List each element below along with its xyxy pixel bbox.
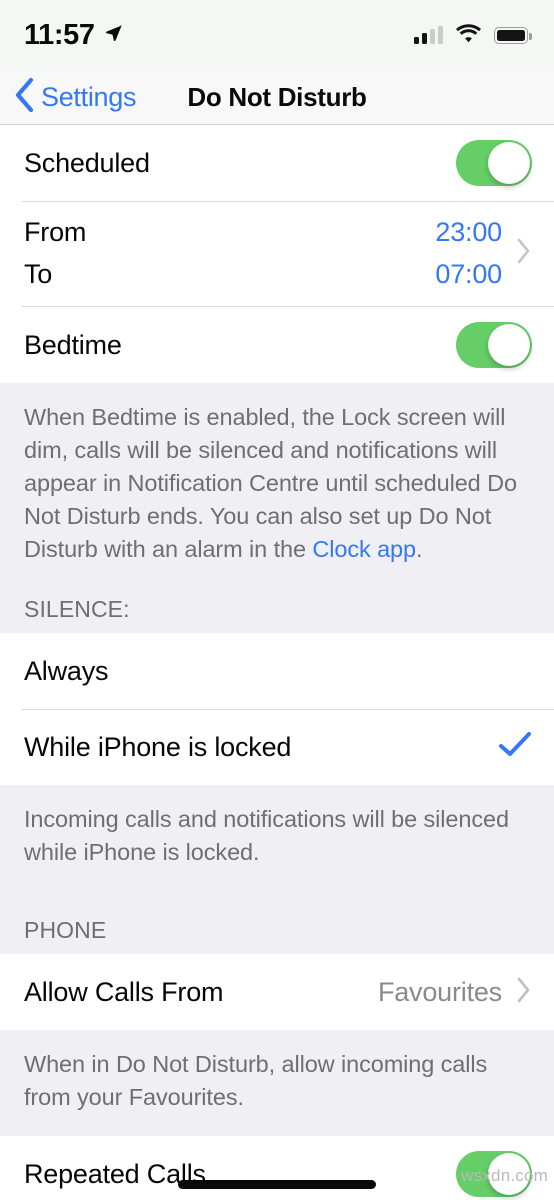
phone-group: Allow Calls From Favourites — [0, 954, 554, 1030]
row-allow-calls-from[interactable]: Allow Calls From Favourites — [0, 954, 554, 1030]
back-button[interactable]: Settings — [0, 77, 136, 118]
schedule-group: Scheduled From To 23:00 07:00 Bedtime — [0, 125, 554, 383]
status-bar: 11:57 — [0, 0, 554, 70]
row-silence-always[interactable]: Always — [0, 633, 554, 709]
scheduled-label: Scheduled — [24, 147, 150, 178]
to-label: To — [24, 259, 53, 289]
silence-section-header: SILENCE: — [0, 570, 554, 633]
time-range-labels: From To — [24, 213, 86, 293]
chevron-left-icon — [13, 77, 35, 118]
clock-app-link[interactable]: Clock app — [312, 536, 416, 562]
to-value: 07:00 — [435, 259, 502, 289]
wifi-icon — [455, 23, 482, 48]
silence-group: Always While iPhone is locked — [0, 633, 554, 785]
back-button-label: Settings — [41, 81, 137, 112]
phone-section-header: PHONE — [0, 891, 554, 954]
scheduled-toggle[interactable] — [456, 140, 532, 186]
status-bar-right — [414, 23, 532, 48]
silence-always-label: Always — [24, 655, 109, 686]
row-bedtime[interactable]: Bedtime — [0, 307, 554, 383]
do-not-disturb-settings-screen: 11:57 Settings Do Not Disturb Scheduled … — [0, 0, 554, 1200]
home-indicator[interactable] — [178, 1180, 376, 1189]
status-bar-time: 11:57 — [24, 18, 95, 51]
status-bar-left: 11:57 — [24, 19, 124, 52]
allow-calls-from-right: Favourites — [378, 976, 532, 1009]
checkmark-icon — [498, 731, 532, 764]
silence-while-locked-label: While iPhone is locked — [24, 731, 292, 762]
battery-icon — [494, 26, 532, 44]
bedtime-footer-part2: . — [415, 536, 423, 562]
allow-calls-footer-text: When in Do Not Disturb, allow incoming c… — [0, 1030, 554, 1136]
bedtime-footer-part1: When Bedtime is enabled, the Lock screen… — [24, 404, 517, 562]
bedtime-toggle[interactable] — [456, 322, 532, 368]
from-value: 23:00 — [435, 217, 502, 247]
bedtime-label: Bedtime — [24, 329, 122, 360]
from-label: From — [24, 217, 87, 247]
row-silence-while-locked[interactable]: While iPhone is locked — [0, 709, 554, 785]
cellular-signal-icon — [414, 26, 443, 44]
bedtime-footer-text: When Bedtime is enabled, the Lock screen… — [0, 383, 554, 570]
watermark: wsxdn.com — [461, 1166, 548, 1185]
row-time-range[interactable]: From To 23:00 07:00 — [0, 201, 554, 307]
allow-calls-from-label: Allow Calls From — [24, 976, 224, 1007]
navigation-bar: Settings Do Not Disturb — [0, 70, 554, 125]
chevron-right-icon — [516, 976, 532, 1009]
chevron-right-icon — [516, 237, 532, 270]
location-arrow-icon — [104, 23, 124, 48]
silence-footer-text: Incoming calls and notifications will be… — [0, 785, 554, 891]
allow-calls-from-value: Favourites — [377, 976, 502, 1007]
time-range-values: 23:00 07:00 — [435, 213, 532, 293]
row-scheduled[interactable]: Scheduled — [0, 125, 554, 201]
